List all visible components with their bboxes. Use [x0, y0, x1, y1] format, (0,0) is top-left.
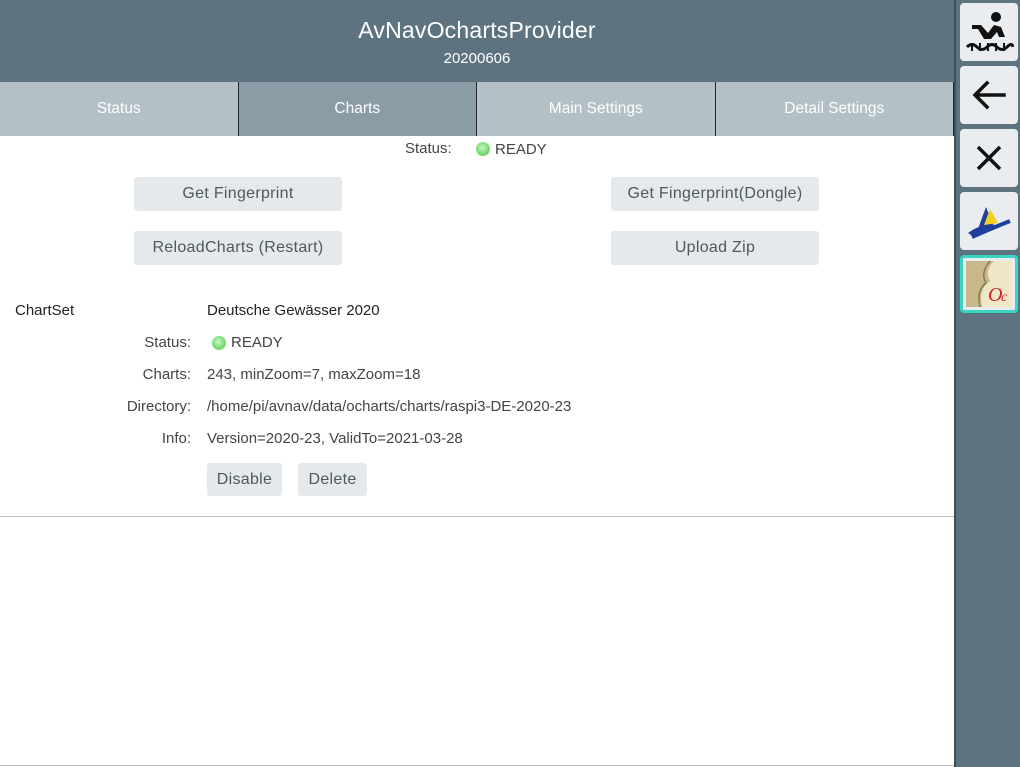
upload-zip-button[interactable]: Upload Zip — [611, 231, 819, 265]
delete-button[interactable]: Delete — [298, 463, 367, 496]
chartset-directory-value: /home/pi/avnav/data/ocharts/charts/raspi… — [207, 398, 572, 415]
avnav-button[interactable] — [960, 192, 1018, 250]
app-title: AvNavOchartsProvider — [358, 17, 596, 43]
main-panel: AvNavOchartsProvider 20200606 Status Cha… — [0, 0, 954, 767]
ocharts-button[interactable]: O c — [960, 255, 1018, 313]
ocharts-logo-icon: O c — [966, 260, 1012, 308]
chartset-status-value: READY — [231, 334, 283, 351]
bottom-divider — [0, 765, 954, 766]
get-fingerprint-dongle-button[interactable]: Get Fingerprint(Dongle) — [611, 177, 819, 211]
svg-text:c: c — [1001, 290, 1008, 305]
tab-charts[interactable]: Charts — [238, 82, 477, 136]
back-arrow-icon — [972, 80, 1006, 110]
status-label: Status: — [405, 140, 452, 157]
back-button[interactable] — [960, 66, 1018, 124]
close-icon — [976, 145, 1002, 171]
chartset-status-indicator: READY — [212, 334, 283, 351]
app-header: AvNavOchartsProvider 20200606 — [0, 0, 954, 82]
chartset-info-value: Version=2020-23, ValidTo=2021-03-28 — [207, 430, 463, 447]
chartset-status-led-icon — [212, 335, 226, 350]
reload-charts-button[interactable]: ReloadCharts (Restart) — [134, 231, 342, 265]
chartset-charts-value: 243, minZoom=7, maxZoom=18 — [207, 366, 421, 383]
tab-status[interactable]: Status — [0, 82, 239, 136]
anchor-watch-button[interactable] — [960, 3, 1018, 61]
chartset-heading: ChartSet — [15, 302, 75, 319]
status-led-icon — [476, 142, 490, 156]
tab-bar: Status Charts Main Settings Detail Setti… — [0, 82, 954, 136]
status-value: READY — [495, 140, 547, 158]
get-fingerprint-button[interactable]: Get Fingerprint — [134, 177, 342, 211]
chartset-info-label: Info: — [161, 430, 191, 447]
close-button[interactable] — [960, 129, 1018, 187]
chartset-status-label: Status: — [144, 334, 191, 351]
disable-button[interactable]: Disable — [207, 463, 282, 496]
app-version: 20200606 — [443, 50, 511, 67]
tab-main-settings[interactable]: Main Settings — [477, 82, 716, 136]
side-button-bar: O c — [954, 0, 1020, 767]
chartset-charts-label: Charts: — [142, 366, 191, 383]
chartset-name: Deutsche Gewässer 2020 — [207, 302, 380, 319]
chartset-divider — [0, 516, 954, 517]
avnav-logo-icon — [968, 207, 1011, 239]
tab-detail-settings[interactable]: Detail Settings — [715, 82, 954, 136]
chartset-directory-label: Directory: — [126, 398, 191, 415]
anchor-watch-icon — [965, 12, 1014, 51]
status-indicator: READY — [476, 140, 547, 158]
